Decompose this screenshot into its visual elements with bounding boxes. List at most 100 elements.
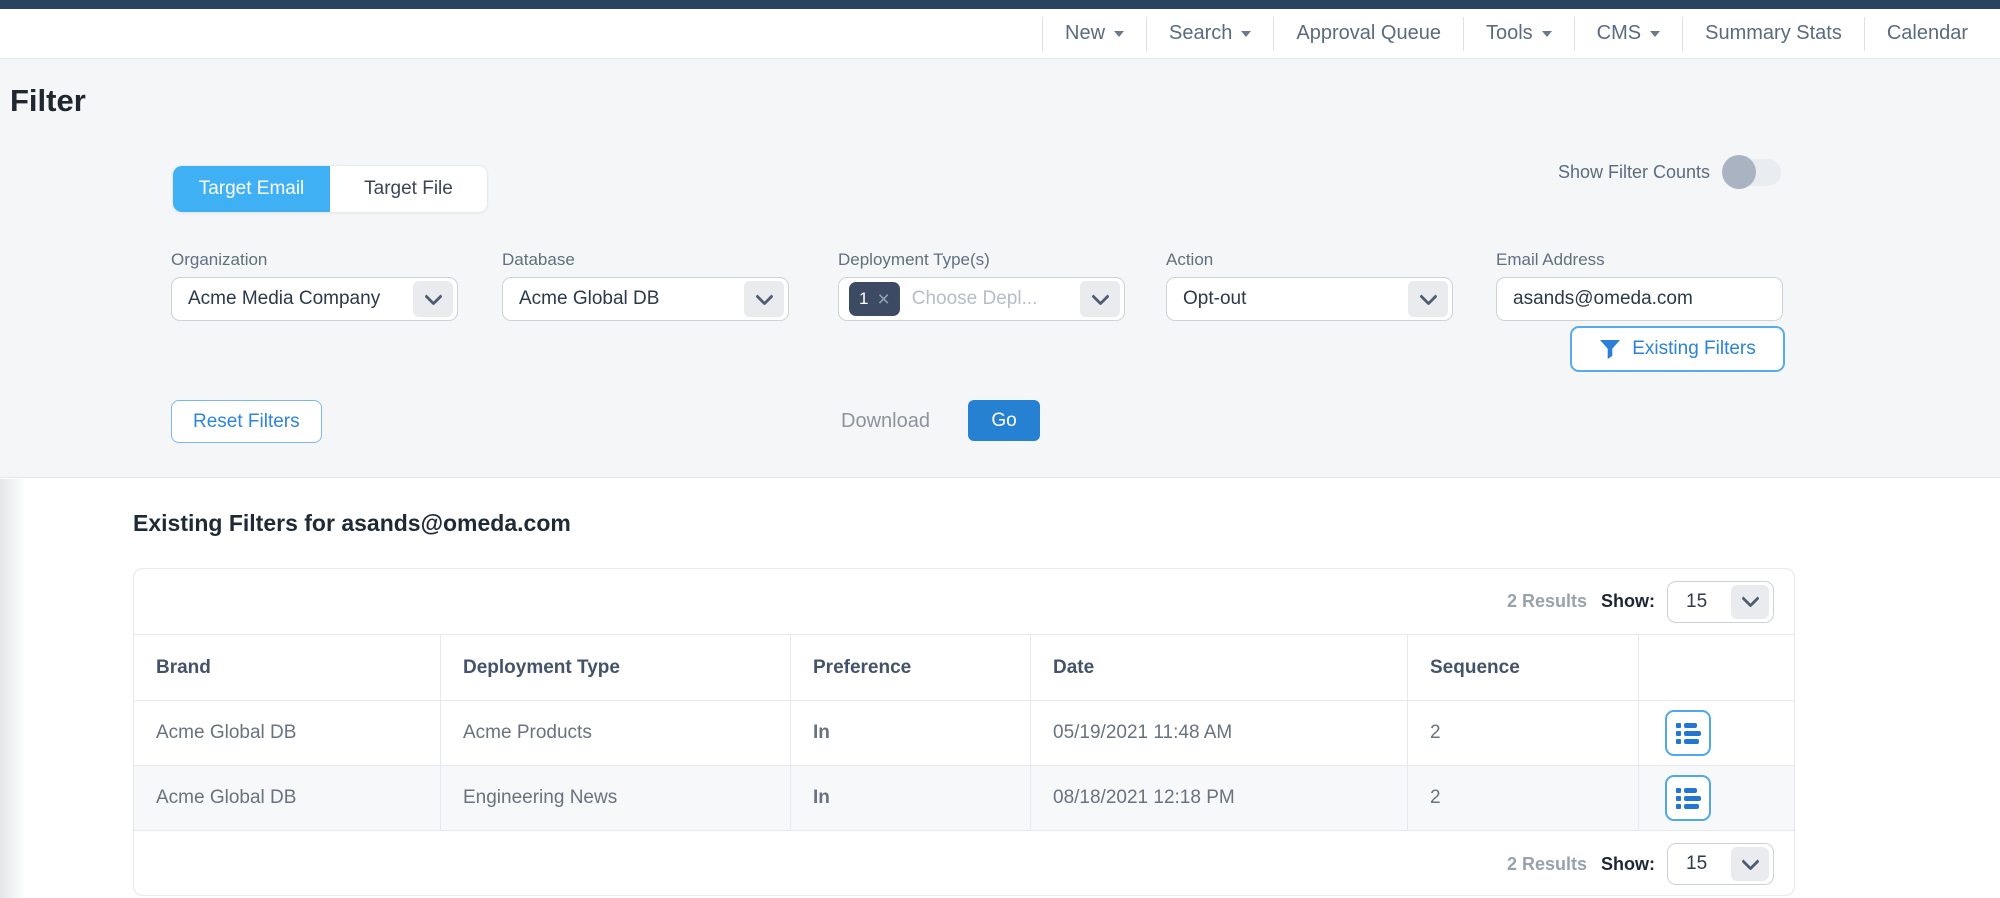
nav-item-new[interactable]: New (1042, 17, 1146, 51)
nav-item-cms-label: CMS (1597, 22, 1641, 45)
chevron-down-icon (1741, 589, 1759, 607)
chip-count: 1 (859, 289, 868, 309)
chevron-down-icon (1419, 287, 1437, 305)
download-label: Download (841, 410, 930, 433)
nav-item-calendar-label: Calendar (1887, 22, 1968, 45)
results-count: 2 Results (1507, 591, 1587, 612)
database-select[interactable]: Acme Global DB (502, 277, 789, 321)
cell-deployment-type: Engineering News (441, 766, 791, 830)
list-icon (1674, 721, 1702, 745)
deployment-types-select[interactable]: 1 × Choose Depl... (838, 277, 1125, 321)
nav-item-summary-stats-label: Summary Stats (1705, 22, 1842, 45)
left-edge-shadow (0, 479, 26, 898)
chevron-down-icon (755, 287, 773, 305)
list-icon (1674, 786, 1702, 810)
reset-filters-label: Reset Filters (193, 411, 300, 433)
nav-item-approval-queue[interactable]: Approval Queue (1273, 17, 1463, 51)
main-nav: New Search Approval Queue Tools CMS Summ… (0, 9, 2000, 59)
column-header-preference: Preference (791, 635, 1031, 700)
show-label: Show: (1601, 854, 1655, 875)
page-size-dropdown-button[interactable] (1731, 585, 1769, 619)
nav-item-approval-queue-label: Approval Queue (1296, 22, 1441, 45)
row-details-button[interactable] (1665, 775, 1711, 821)
table-row: Acme Global DB Acme Products In 05/19/20… (134, 701, 1794, 766)
cell-sequence: 2 (1408, 701, 1639, 765)
column-header-brand: Brand (134, 635, 441, 700)
chevron-down-icon (1741, 852, 1759, 870)
go-button-label: Go (991, 410, 1016, 432)
column-header-sequence: Sequence (1408, 635, 1639, 700)
show-filter-counts-toggle[interactable] (1724, 159, 1781, 186)
cell-brand: Acme Global DB (134, 766, 441, 830)
action-select[interactable]: Opt-out (1166, 277, 1453, 321)
page-size-value: 15 (1686, 591, 1707, 613)
cell-preference: In (791, 766, 1031, 830)
results-count: 2 Results (1507, 854, 1587, 875)
filter-section: Filter Target Email Target File Show Fil… (0, 59, 2000, 478)
tab-target-file[interactable]: Target File (330, 166, 487, 212)
page-title: Filter (10, 83, 86, 119)
cell-deployment-type: Acme Products (441, 701, 791, 765)
table-row: Acme Global DB Engineering News In 08/18… (134, 766, 1794, 831)
caret-down-icon (1241, 31, 1251, 37)
chip-remove-icon[interactable]: × (877, 289, 889, 310)
cell-preference: In (791, 701, 1031, 765)
results-section: Existing Filters for asands@omeda.com 2 … (0, 479, 2000, 898)
cell-brand: Acme Global DB (134, 701, 441, 765)
toggle-knob (1722, 155, 1756, 189)
cell-sequence: 2 (1408, 766, 1639, 830)
page-size-value: 15 (1686, 853, 1707, 875)
nav-item-search[interactable]: Search (1146, 17, 1273, 51)
tab-target-email[interactable]: Target Email (173, 166, 330, 212)
database-value: Acme Global DB (519, 288, 659, 310)
page-size-dropdown-button[interactable] (1731, 847, 1769, 881)
column-header-deployment-type: Deployment Type (441, 635, 791, 700)
existing-filters-button-label: Existing Filters (1632, 338, 1756, 360)
nav-item-search-label: Search (1169, 22, 1232, 45)
deployment-types-dropdown-button[interactable] (1080, 281, 1120, 317)
database-label: Database (502, 250, 575, 270)
organization-value: Acme Media Company (188, 288, 380, 310)
nav-items: New Search Approval Queue Tools CMS Summ… (1042, 9, 1990, 58)
organization-select[interactable]: Acme Media Company (171, 277, 458, 321)
chevron-down-icon (1091, 287, 1109, 305)
database-dropdown-button[interactable] (744, 281, 784, 317)
table-top-bar: 2 Results Show: 15 (134, 569, 1794, 635)
show-filter-counts-label: Show Filter Counts (1558, 162, 1710, 183)
column-header-actions (1639, 635, 1794, 700)
nav-item-tools[interactable]: Tools (1463, 17, 1574, 51)
nav-item-new-label: New (1065, 22, 1105, 45)
page-size-select[interactable]: 15 (1667, 843, 1774, 885)
row-details-button[interactable] (1665, 710, 1711, 756)
nav-item-cms[interactable]: CMS (1574, 17, 1682, 51)
top-accent-bar (0, 0, 2000, 9)
action-value: Opt-out (1183, 288, 1246, 310)
filter-page: New Search Approval Queue Tools CMS Summ… (0, 0, 2000, 898)
email-address-label: Email Address (1496, 250, 1605, 270)
nav-item-summary-stats[interactable]: Summary Stats (1682, 17, 1864, 51)
chevron-down-icon (424, 287, 442, 305)
table-bottom-bar: 2 Results Show: 15 (134, 831, 1794, 896)
action-dropdown-button[interactable] (1408, 281, 1448, 317)
go-button[interactable]: Go (968, 400, 1040, 441)
show-label: Show: (1601, 591, 1655, 612)
deployment-types-placeholder: Choose Depl... (912, 288, 1038, 310)
action-label: Action (1166, 250, 1213, 270)
caret-down-icon (1114, 31, 1124, 37)
column-header-date: Date (1031, 635, 1408, 700)
existing-filters-button[interactable]: Existing Filters (1570, 326, 1785, 372)
cell-date: 05/19/2021 11:48 AM (1031, 701, 1408, 765)
nav-item-tools-label: Tools (1486, 22, 1533, 45)
table-header-row: Brand Deployment Type Preference Date Se… (134, 635, 1794, 701)
organization-dropdown-button[interactable] (413, 281, 453, 317)
reset-filters-button[interactable]: Reset Filters (171, 400, 322, 443)
results-heading: Existing Filters for asands@omeda.com (133, 510, 571, 537)
email-field-wrap (1496, 277, 1783, 321)
page-size-select[interactable]: 15 (1667, 581, 1774, 623)
nav-item-calendar[interactable]: Calendar (1864, 17, 1990, 51)
caret-down-icon (1542, 31, 1552, 37)
caret-down-icon (1650, 31, 1660, 37)
deployment-types-label: Deployment Type(s) (838, 250, 990, 270)
email-field[interactable] (1496, 277, 1783, 321)
filter-funnel-icon (1599, 339, 1621, 360)
